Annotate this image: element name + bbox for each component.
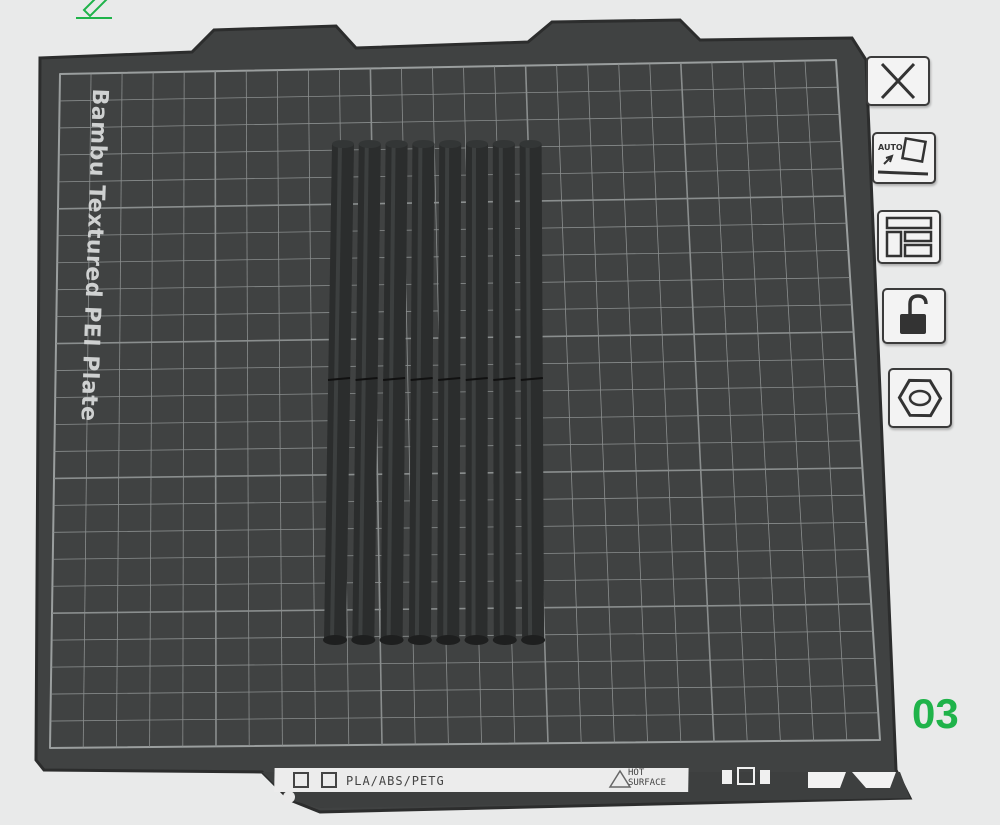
- close-plate-button[interactable]: [866, 56, 930, 106]
- close-icon: [880, 62, 916, 100]
- corner-tab-left: [808, 772, 846, 788]
- auto-text: AUTO: [878, 143, 903, 152]
- lock-plate-button[interactable]: [882, 288, 946, 344]
- 3d-viewport[interactable]: Bambu Textured PEI Plate 03 PLA/ABS/PETG…: [0, 0, 1000, 825]
- rod-object[interactable]: [436, 140, 462, 645]
- hex-nut-icon: [897, 378, 943, 418]
- arrange-button[interactable]: [877, 210, 941, 264]
- plate-number[interactable]: 03: [912, 690, 959, 738]
- surface-label: SURFACE: [628, 778, 666, 788]
- rod-object[interactable]: [519, 140, 546, 645]
- pencil-icon[interactable]: [76, 0, 112, 19]
- rod-object[interactable]: [492, 140, 517, 645]
- plate-settings-button[interactable]: [888, 368, 952, 428]
- grid-line: [214, 71, 217, 747]
- plate-origin-dot: [283, 791, 295, 803]
- auto-orient-icon: AUTO: [877, 136, 929, 176]
- build-plate[interactable]: [0, 0, 1000, 825]
- material-label: PLA/ABS/PETG: [346, 774, 445, 788]
- hot-label: HOT: [628, 768, 645, 778]
- rod-object[interactable]: [464, 140, 489, 645]
- lock-open-icon: [900, 294, 928, 334]
- auto-orient-button[interactable]: AUTO: [872, 132, 936, 184]
- arrange-icon: [885, 216, 933, 258]
